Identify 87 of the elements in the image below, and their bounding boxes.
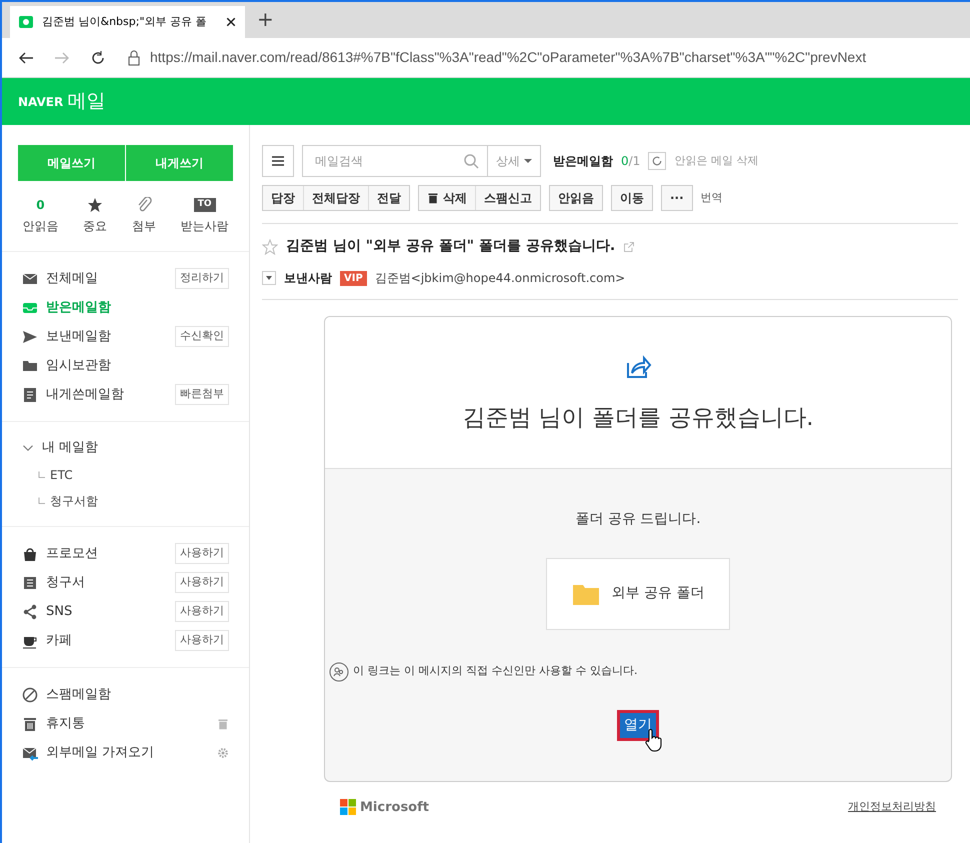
- toolbar-button[interactable]: 전체답장: [304, 186, 369, 210]
- windows-logo-icon: [340, 799, 356, 816]
- folder-group-toggle[interactable]: 내 메일함: [42, 438, 98, 458]
- toolbar-button[interactable]: 스팸신고: [476, 186, 540, 210]
- action-button[interactable]: 정리하기: [175, 268, 229, 289]
- mailbox-link[interactable]: 보낸메일함: [46, 326, 167, 346]
- filter-button[interactable]: TO 받는사람: [180, 197, 229, 235]
- open-button[interactable]: 열기: [617, 710, 659, 740]
- action-button[interactable]: 사용하기: [175, 630, 229, 651]
- read-count: 0: [621, 153, 629, 170]
- to-badge: TO: [194, 198, 216, 212]
- shared-folder-card[interactable]: 외부 공유 폴더: [546, 558, 730, 630]
- paper-plane-icon: [22, 328, 38, 344]
- filter-button[interactable]: 0 안읽음: [22, 197, 58, 235]
- people-icon: [329, 662, 349, 682]
- back-arrow-icon: [18, 50, 34, 66]
- toolbar-button[interactable]: 이동: [612, 186, 652, 210]
- message-subject: 김준범 님이 "외부 공유 폴더" 폴더를 공유했습니다.: [286, 237, 616, 256]
- prohibited-icon: [22, 686, 38, 702]
- mailbox-link[interactable]: 휴지통: [46, 714, 209, 734]
- star-outline-icon: [262, 238, 278, 254]
- lock-icon: [126, 50, 142, 66]
- refresh-icon: [651, 155, 664, 167]
- action-button[interactable]: 사용하기: [175, 543, 229, 564]
- mailbox-link[interactable]: 외부메일 가져오기: [46, 742, 209, 762]
- new-tab-button[interactable]: +: [257, 4, 274, 38]
- star-icon: [87, 197, 104, 213]
- forward-arrow-icon: [54, 50, 70, 66]
- search-box[interactable]: 메일검색: [302, 145, 488, 177]
- unread-count: 0: [36, 197, 45, 214]
- mail-favicon-icon: [18, 14, 34, 30]
- toolbar-button[interactable]: 전달: [369, 186, 409, 210]
- refresh-icon: [90, 50, 106, 66]
- card-headline: 김준범 님이 폴더를 공유했습니다.: [462, 404, 814, 433]
- filter-button[interactable]: 첨부: [132, 197, 156, 235]
- mailbox-link[interactable]: 임시보관함: [46, 356, 229, 376]
- brand-wordmark: Microsoft: [360, 798, 429, 816]
- folder-title: 받은메일함: [553, 153, 613, 170]
- card-note: 폴더 공유 드립니다.: [575, 510, 701, 528]
- external-link-icon: [623, 240, 636, 252]
- action-button[interactable]: 사용하기: [175, 601, 229, 622]
- mailbox-link[interactable]: 전체메일: [46, 268, 167, 288]
- mailbox-link[interactable]: 프로모션: [46, 544, 167, 564]
- search-icon: [463, 153, 479, 169]
- toolbar-button[interactable]: 답장: [263, 186, 304, 210]
- translate-link[interactable]: 번역: [700, 190, 723, 206]
- expand-button[interactable]: [262, 271, 276, 285]
- sender-name[interactable]: 김준범: [374, 269, 411, 287]
- action-button[interactable]: 사용하기: [175, 572, 229, 593]
- list-icon: [22, 574, 38, 590]
- total-count: /1: [628, 153, 640, 170]
- toolbar-button[interactable]: ···: [662, 186, 692, 210]
- mailbox-link[interactable]: 카페: [46, 630, 167, 650]
- mailbox-link[interactable]: SNS: [46, 602, 167, 622]
- menu-button[interactable]: [262, 145, 294, 177]
- mailbox-link[interactable]: 청구서: [46, 572, 167, 592]
- paperclip-icon: [136, 197, 152, 213]
- trash-icon: [427, 192, 439, 204]
- trash-icon: [217, 718, 229, 730]
- vip-badge: VIP: [340, 270, 367, 286]
- close-icon: [225, 16, 237, 28]
- action-button[interactable]: 수신확인: [175, 326, 229, 347]
- document-icon: [22, 386, 38, 402]
- tab-title: 김준범 님이&nbsp;"외부 공유 폴: [42, 14, 208, 30]
- action-button[interactable]: 빠른첨부: [175, 384, 229, 405]
- gear-icon: [217, 746, 229, 758]
- branch-icon: [38, 471, 46, 479]
- search-field[interactable]: 메일검색: [303, 152, 463, 170]
- mailbox-link[interactable]: 내게쓴메일함: [46, 384, 167, 404]
- branch-icon: [38, 497, 46, 505]
- filter-button[interactable]: 중요: [83, 197, 108, 235]
- sender-email[interactable]: <jbkim@hope44.onmicrosoft.com>: [410, 269, 626, 287]
- browser-tab[interactable]: 김준범 님이&nbsp;"외부 공유 폴: [10, 6, 245, 38]
- refresh-button[interactable]: [648, 152, 666, 170]
- toolbar-button[interactable]: 안읽음: [550, 186, 602, 210]
- privacy-link[interactable]: 개인정보처리방침: [848, 799, 936, 816]
- trash-icon: [22, 716, 38, 732]
- folder-link[interactable]: ETC: [50, 466, 73, 484]
- address-bar[interactable]: https://mail.naver.com/read/8613#%7B"fClass"%3A"read"%2C"oParameter"%3A%7B"charset"%3A""%2C"prevNext: [150, 47, 866, 68]
- shopping-bag-icon: [22, 546, 38, 562]
- share-icon: [22, 604, 38, 620]
- from-label: 보낸사람: [284, 270, 332, 287]
- share-arrow-icon: [624, 353, 652, 381]
- folder-link[interactable]: 청구서함: [50, 492, 98, 510]
- link-notice: 이 링크는 이 메시지의 직접 수신인만 사용할 수 있습니다.: [353, 663, 638, 680]
- mailbox-link[interactable]: 스팸메일함: [46, 684, 229, 704]
- toolbar-button[interactable]: 삭제: [419, 186, 476, 210]
